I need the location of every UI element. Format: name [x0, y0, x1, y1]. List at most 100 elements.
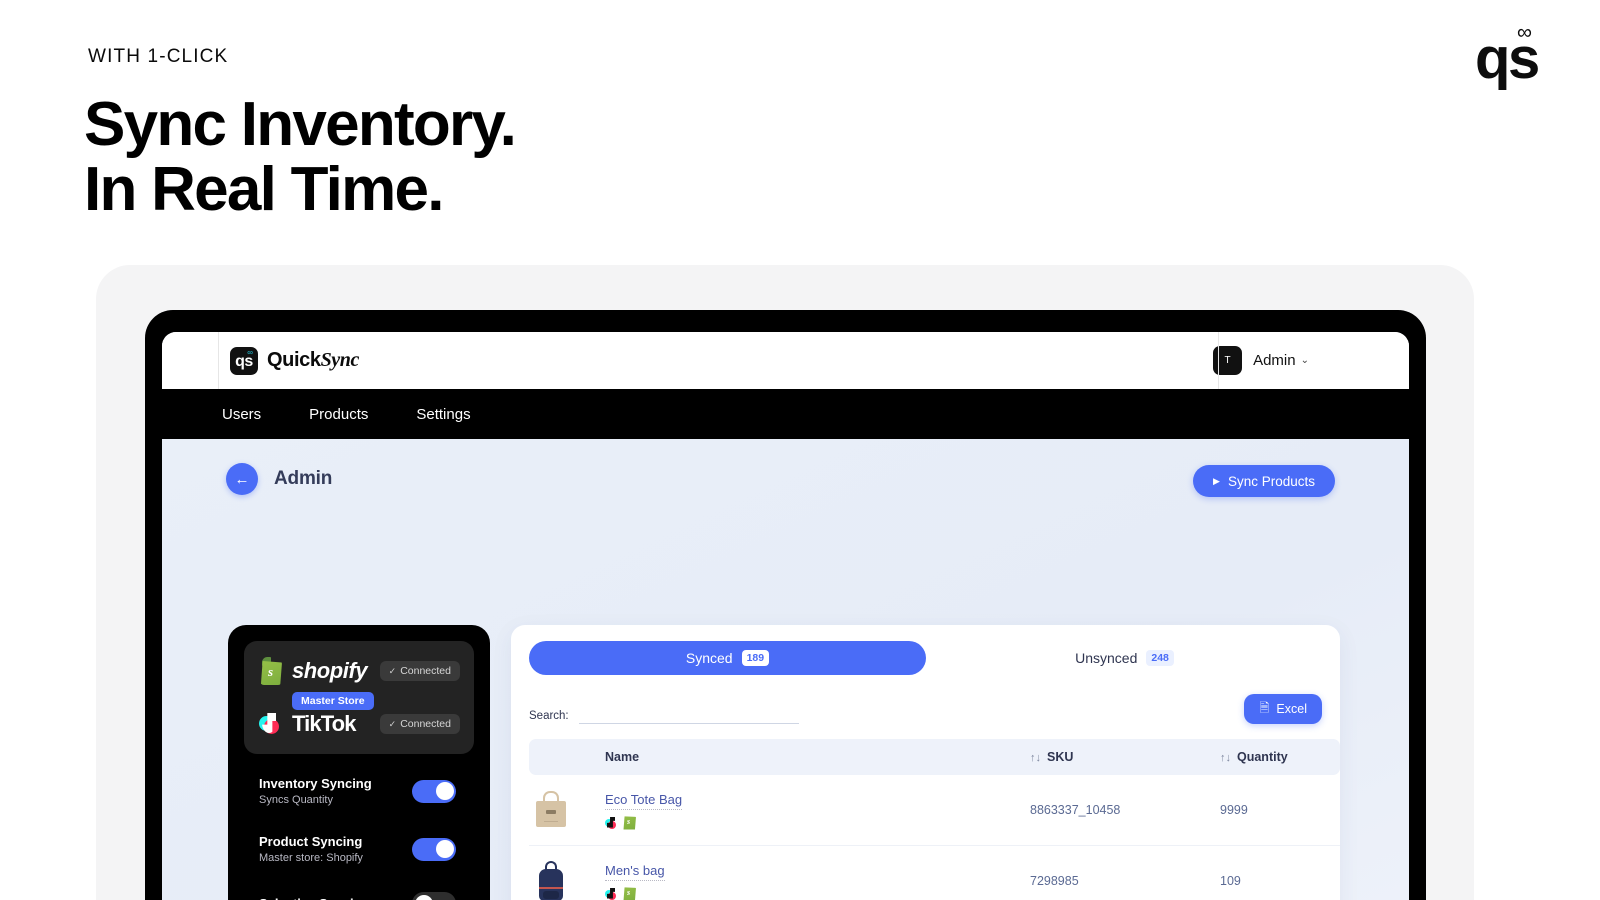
toggle-inventory-syncing[interactable]: [412, 779, 456, 803]
chevron-down-icon: ⌄: [1300, 355, 1309, 366]
row-sku-cell: 8863337_10458: [1030, 775, 1220, 846]
headline-line-2: In Real Time.: [84, 155, 445, 225]
app-header: ∞ qs QuickSync T Admin ⌄: [162, 332, 1409, 389]
tiktok-label: TikTok: [292, 711, 356, 736]
quicksync-logo[interactable]: ∞ qs QuickSync: [230, 346, 359, 375]
tiktok-note-icon: [258, 710, 284, 738]
product-name-link[interactable]: Eco Tote Bag: [605, 792, 683, 810]
sync-status-tabs: Synced 189 Unsynced 248: [529, 641, 1322, 675]
row-thumbnail-cell: [529, 775, 605, 846]
wordmark-sync: Sync: [320, 349, 360, 371]
tiktok-logo: TikTok: [258, 710, 356, 738]
column-sku-label: SKU: [1047, 750, 1074, 764]
products-table-head: Name ↑↓ SKU ↑↓ Quantity: [529, 739, 1340, 775]
status-badge-tiktok-label: Connected: [400, 718, 451, 730]
column-sku[interactable]: ↑↓ SKU: [1030, 739, 1220, 775]
connected-stores-panel: s shopify ✓ Connected Master Store TikTo…: [244, 641, 474, 754]
store-row-shopify[interactable]: s shopify ✓ Connected: [258, 657, 460, 685]
product-image-mens-bag: [529, 858, 573, 900]
main-nav: Users Products Settings: [162, 389, 1409, 439]
account-name-wrap: Admin ⌄: [1253, 352, 1309, 369]
header-divider-left: [218, 332, 219, 389]
quicksync-wordmark: QuickSync: [267, 349, 359, 372]
app-window: ∞ qs QuickSync T Admin ⌄ Users Products …: [162, 332, 1409, 900]
tiktok-icon: [605, 816, 618, 830]
product-name-link[interactable]: Men's bag: [605, 863, 665, 881]
store-row-tiktok[interactable]: TikTok ✓ Connected: [258, 710, 460, 738]
brand-logo-text: qs: [1474, 26, 1540, 91]
setting-product-text: Product Syncing Master store: Shopify: [259, 834, 363, 864]
channel-badges: s: [605, 816, 1030, 830]
file-export-icon: 🗎: [1259, 700, 1270, 715]
row-name-cell: Eco Tote Bag s: [605, 775, 1030, 846]
page-root: WITH 1-CLICK Sync Inventory. In Real Tim…: [0, 0, 1600, 900]
tab-synced-label: Synced: [685, 650, 733, 666]
toggle-knob: [435, 840, 454, 858]
check-icon: ✓: [388, 665, 397, 676]
products-table: Name ↑↓ SKU ↑↓ Quantity Eco Tote Bag s 8…: [529, 739, 1340, 900]
row-quantity-cell: 9999: [1220, 775, 1340, 846]
tiktok-icon: [605, 887, 618, 900]
setting-selective-text: Selective Syncing: [259, 896, 370, 900]
products-table-body: Eco Tote Bag s 8863337_10458 9999 Men's …: [529, 775, 1340, 900]
shopify-logo: s shopify: [258, 657, 368, 685]
headline-line-1: Sync Inventory.: [84, 90, 517, 159]
setting-inventory-text: Inventory Syncing Syncs Quantity: [259, 776, 372, 806]
sync-products-button[interactable]: ▶ Sync Products: [1193, 465, 1335, 497]
status-badge-tiktok: ✓ Connected: [379, 714, 460, 734]
setting-product-title: Product Syncing: [259, 834, 363, 849]
row-thumbnail-cell: [529, 845, 605, 900]
shopify-icon: s: [623, 887, 636, 900]
setting-inventory-syncing: Inventory Syncing Syncs Quantity: [259, 776, 470, 806]
sort-icon[interactable]: ↑↓: [1220, 752, 1231, 764]
export-excel-button[interactable]: 🗎 Excel: [1244, 694, 1322, 724]
table-header-row: Name ↑↓ SKU ↑↓ Quantity: [529, 739, 1340, 775]
column-quantity-label: Quantity: [1237, 750, 1288, 764]
tab-synced-count: 189: [741, 650, 770, 666]
column-name[interactable]: Name: [605, 739, 1030, 775]
column-thumbnail: [529, 739, 605, 775]
setting-product-subtitle: Master store: Shopify: [259, 852, 363, 864]
product-image-tote-bag: [529, 787, 573, 833]
brand-logo: ∞ qs: [1438, 22, 1540, 94]
sync-products-label: Sync Products: [1227, 473, 1315, 489]
products-panel: Synced 189 Unsynced 248 Search: 🗎 Excel: [511, 625, 1340, 900]
toggle-knob: [414, 894, 433, 900]
shopify-icon: s: [623, 816, 636, 830]
table-toolbar: Search: 🗎 Excel: [529, 694, 1322, 724]
search-label: Search:: [529, 710, 569, 722]
arrow-left-icon: ←: [234, 470, 250, 488]
table-row[interactable]: Eco Tote Bag s 8863337_10458 9999: [529, 775, 1340, 846]
app-content: ← Admin ▶ Sync Products s shopify ✓ Conn…: [162, 439, 1409, 900]
status-badge-shopify-label: Connected: [400, 665, 451, 677]
setting-selective-syncing: Selective Syncing: [259, 892, 470, 900]
setting-inventory-subtitle: Syncs Quantity: [259, 794, 333, 806]
search-input[interactable]: [578, 702, 799, 724]
row-sku-cell: 7298985: [1030, 845, 1220, 900]
table-row[interactable]: Men's bag s 7298985 109: [529, 845, 1340, 900]
nav-item-users[interactable]: Users: [222, 406, 261, 423]
account-menu[interactable]: T Admin ⌄: [1213, 346, 1309, 375]
toggle-selective-syncing[interactable]: [412, 892, 456, 900]
toggle-product-syncing[interactable]: [412, 837, 456, 861]
back-button[interactable]: ←: [226, 463, 258, 495]
setting-inventory-title: Inventory Syncing: [259, 776, 372, 791]
tab-unsynced[interactable]: Unsynced 248: [926, 641, 1323, 675]
channel-badges: s: [605, 887, 1030, 900]
quicksync-logo-icon: ∞ qs: [230, 346, 258, 375]
toggle-knob: [435, 782, 454, 800]
setting-product-syncing: Product Syncing Master store: Shopify: [259, 834, 470, 864]
infinity-icon: ∞: [247, 347, 253, 357]
hero-eyebrow: WITH 1-CLICK: [88, 46, 229, 67]
sort-icon[interactable]: ↑↓: [1030, 752, 1041, 764]
status-badge-shopify: ✓ Connected: [379, 661, 460, 681]
shopify-label: shopify: [292, 658, 368, 683]
row-name-cell: Men's bag s: [605, 845, 1030, 900]
nav-item-settings[interactable]: Settings: [416, 406, 470, 423]
nav-item-products[interactable]: Products: [309, 406, 368, 423]
sync-settings-list: Inventory Syncing Syncs Quantity Product…: [244, 754, 474, 900]
tab-synced[interactable]: Synced 189: [529, 641, 926, 675]
page-title: Sync Inventory. In Real Time.: [84, 90, 517, 225]
wordmark-quick: Quick: [267, 349, 321, 371]
column-quantity[interactable]: ↑↓ Quantity: [1220, 739, 1340, 775]
